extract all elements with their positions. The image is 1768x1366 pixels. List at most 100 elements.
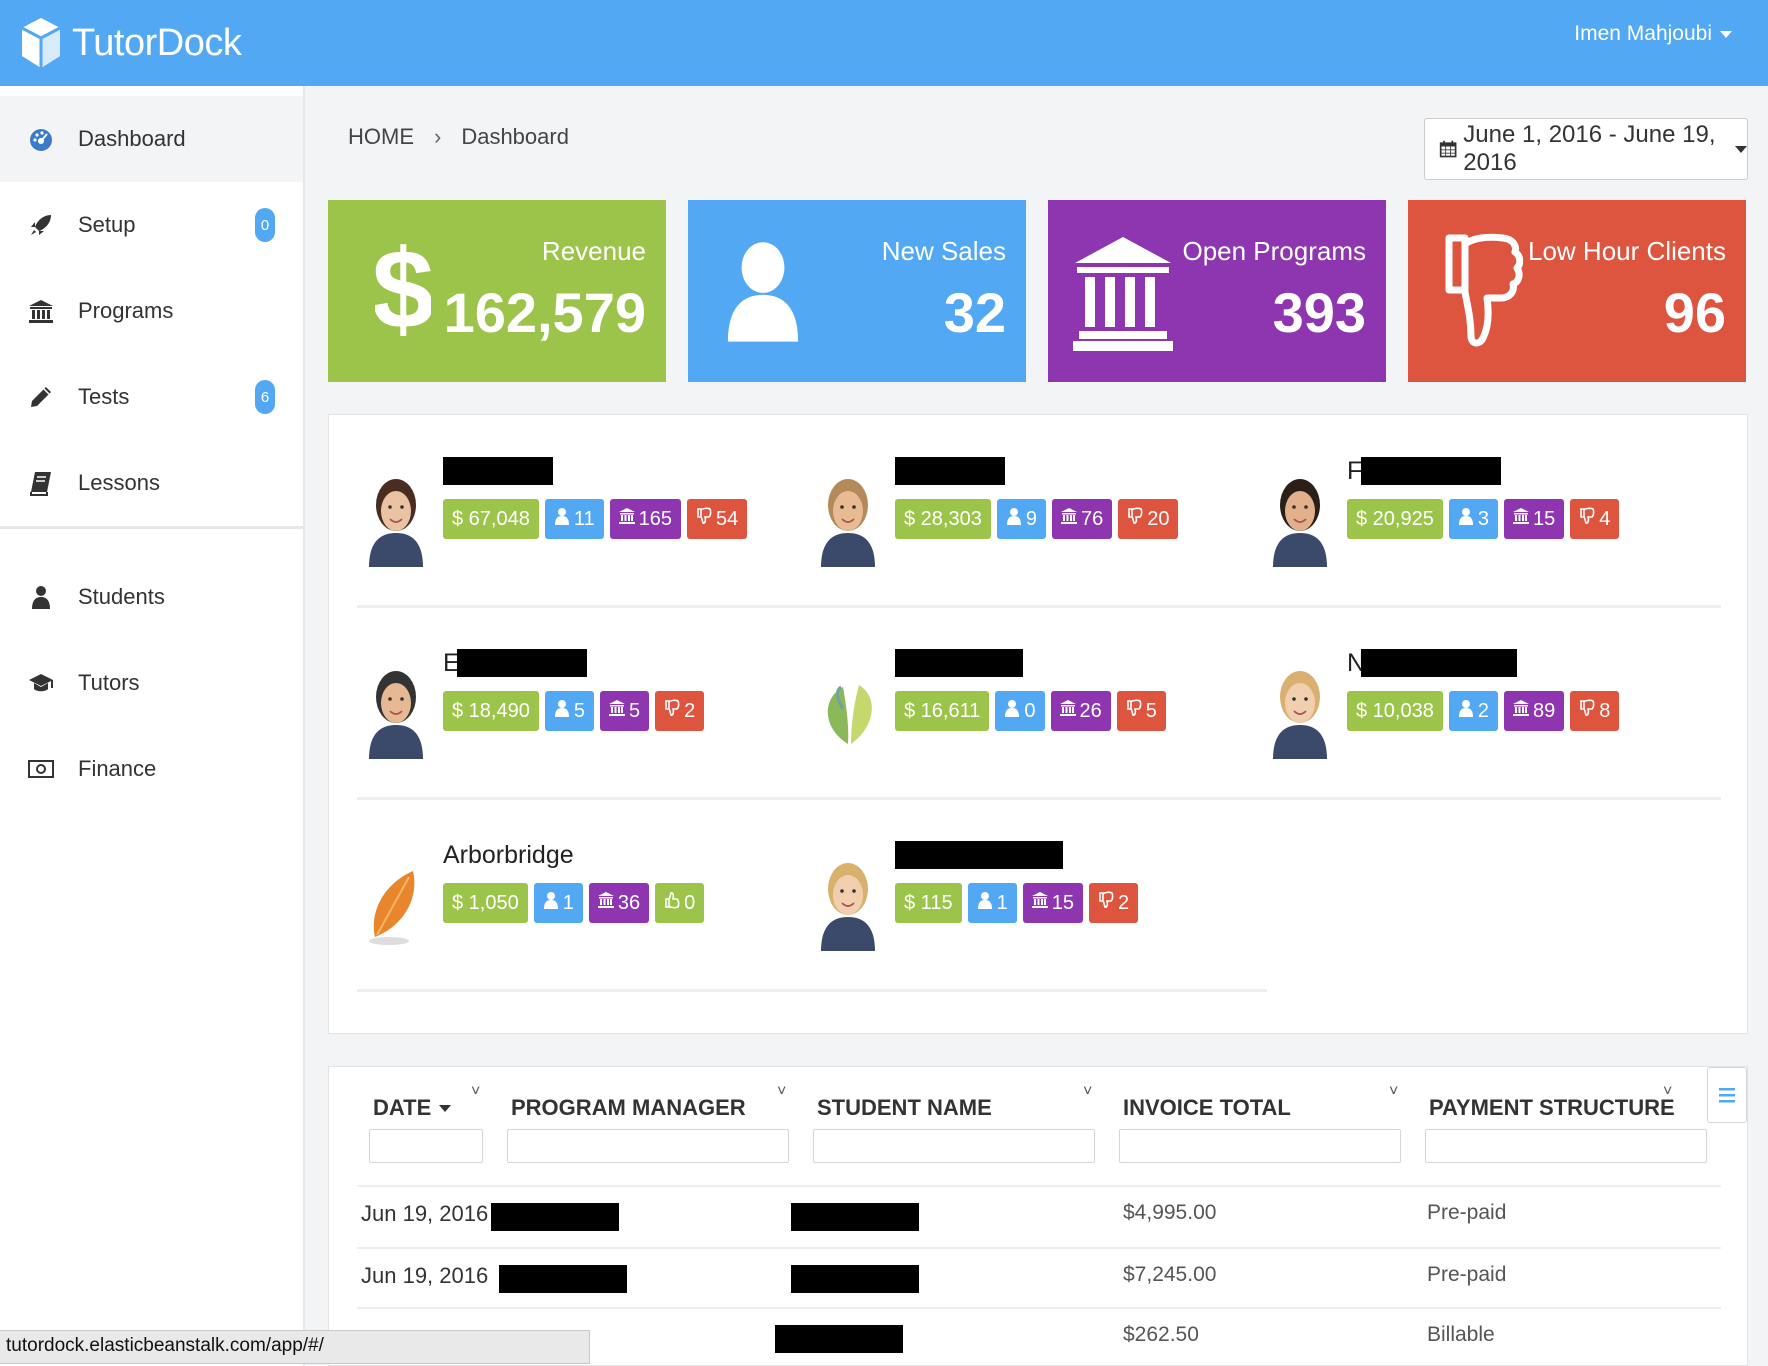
table-row[interactable]: Jun 19, 2016 $4,995.00 Pre-paid [357, 1185, 1721, 1245]
students-badge: 0 [995, 691, 1045, 731]
thumbs-down-icon [696, 507, 712, 531]
program-manager-card[interactable]: E $ 18,490 5 5 2 [361, 649, 781, 779]
table-row[interactable]: Jun 19, 2016 $7,245.00 Pre-paid [357, 1247, 1721, 1307]
sidebar-item-label: Dashboard [78, 126, 186, 151]
stat-value: 96 [1663, 281, 1726, 344]
sidebar-item-dashboard[interactable]: Dashboard [0, 96, 303, 182]
date-range-label: June 1, 2016 - June 19, 2016 [1463, 121, 1716, 176]
sidebar-item-students[interactable]: Students [0, 554, 303, 640]
students-badge: 2 [1448, 691, 1498, 731]
date-cell: Jun 19, 2016 [361, 1201, 489, 1226]
invoice-total-filter-input[interactable] [1119, 1129, 1401, 1163]
sidebar-item-lessons[interactable]: Lessons [0, 440, 303, 526]
user-icon [1458, 699, 1474, 723]
sort-caret-icon [439, 1104, 452, 1112]
thumbs-up-icon [664, 891, 680, 915]
program-manager-card[interactable]: F $ 20,925 3 15 4 [1265, 457, 1685, 587]
sidebar-item-programs[interactable]: Programs [0, 268, 303, 354]
column-header-invoice-total[interactable]: INVOICE TOTAL [1123, 1093, 1291, 1123]
redacted-student-name [791, 1203, 919, 1231]
breadcrumb-home[interactable]: HOME [348, 124, 414, 150]
program-manager-card[interactable]: $ 28,303 9 76 20 [813, 457, 1233, 587]
programs-badge: 5 [599, 691, 650, 731]
program-manager-name: F [1347, 457, 1363, 485]
brand[interactable]: TutorDock [20, 8, 242, 78]
program-manager-card[interactable]: $ 115 1 15 2 [813, 841, 1233, 971]
sidebar-item-tests[interactable]: Tests 6 [0, 354, 303, 440]
book-icon [28, 470, 54, 496]
date-range-picker[interactable]: June 1, 2016 - June 19, 2016 [1424, 118, 1748, 180]
program-manager-card[interactable]: Arborbridge $ 1,050 1 36 0 [361, 841, 781, 971]
revenue-badge: $ 16,611 [895, 691, 990, 731]
stats-badges: $ 1,050 1 36 0 [443, 883, 705, 923]
menu-icon [1719, 1088, 1735, 1103]
avatar [813, 841, 883, 951]
column-header-payment-structure[interactable]: PAYMENT STRUCTURE [1429, 1093, 1675, 1123]
program-manager-card[interactable]: $ 67,048 11 165 54 [361, 457, 781, 587]
program-manager-card[interactable]: $ 16,611 0 26 5 [813, 649, 1233, 779]
svg-text:$: $ [375, 226, 431, 351]
stat-card-revenue[interactable]: $ Revenue 162,579 [328, 200, 666, 382]
user-icon [1006, 507, 1022, 531]
chevron-down-icon[interactable]: ˅ [1663, 1083, 1672, 1101]
revenue-badge: $ 10,038 [1347, 691, 1443, 731]
low-hour-badge: 0 [655, 883, 705, 923]
date-filter-input[interactable] [369, 1129, 483, 1163]
programs-badge: 36 [588, 883, 650, 923]
redacted-name [443, 457, 553, 485]
bank-icon [608, 699, 625, 723]
avatar [813, 457, 883, 567]
sidebar-item-finance[interactable]: Finance [0, 726, 303, 812]
stat-value: 162,579 [443, 281, 646, 344]
redacted-student-name [775, 1325, 903, 1353]
calendar-icon [1439, 140, 1457, 158]
bank-icon [1068, 220, 1178, 360]
avatar [813, 649, 883, 759]
thumbs-down-icon [1579, 507, 1595, 531]
invoice-total-cell: $7,245.00 [1123, 1263, 1217, 1286]
stat-card-open-programs[interactable]: Open Programs 393 [1048, 200, 1386, 382]
sidebar: Dashboard Setup 0 Programs Tests 6 Lesso… [0, 86, 305, 1366]
revenue-badge: $ 20,925 [1347, 499, 1443, 539]
low-hour-badge: 2 [655, 691, 705, 731]
stat-label: Low Hour Clients [1528, 236, 1726, 266]
chevron-down-icon[interactable]: ˅ [1389, 1083, 1398, 1101]
programs-badge: 165 [609, 499, 681, 539]
column-header-program-manager[interactable]: PROGRAM MANAGER [511, 1093, 746, 1123]
user-name: Imen Mahjoubi [1574, 22, 1712, 45]
sidebar-item-setup[interactable]: Setup 0 [0, 182, 303, 268]
user-menu[interactable]: Imen Mahjoubi [1574, 22, 1732, 46]
column-header-date[interactable]: DATE [373, 1093, 452, 1123]
student-name-filter-input[interactable] [813, 1129, 1095, 1163]
thumbs-down-icon [1579, 699, 1595, 723]
stat-card-low-hour-clients[interactable]: Low Hour Clients 96 [1408, 200, 1746, 382]
program-manager-card[interactable]: N $ 10,038 2 89 8 [1265, 649, 1685, 779]
programs-badge: 15 [1503, 499, 1565, 539]
row-divider [357, 989, 1267, 992]
chevron-down-icon[interactable]: ˅ [777, 1083, 786, 1101]
column-menu-button[interactable] [1707, 1067, 1747, 1123]
sidebar-item-label: Students [78, 584, 165, 609]
sidebar-item-label: Setup [78, 212, 136, 237]
stat-label: New Sales [881, 236, 1006, 266]
stats-badges: $ 115 1 15 2 [895, 883, 1139, 923]
date-cell: Jun 19, 2016 [361, 1263, 489, 1288]
program-manager-filter-input[interactable] [507, 1129, 789, 1163]
redacted-name [457, 649, 587, 677]
chevron-down-icon[interactable]: ˅ [1083, 1083, 1092, 1101]
revenue-badge: $ 1,050 [443, 883, 528, 923]
redacted-name [895, 841, 1063, 869]
payment-structure-filter-input[interactable] [1425, 1129, 1707, 1163]
avatar [361, 841, 431, 951]
sidebar-item-tutors[interactable]: Tutors [0, 640, 303, 726]
payment-structure-cell: Pre-paid [1427, 1263, 1507, 1286]
tests-count-badge: 6 [255, 380, 275, 414]
column-header-student-name[interactable]: STUDENT NAME [817, 1093, 992, 1123]
avatar [361, 457, 431, 567]
stat-value: 32 [943, 281, 1006, 344]
chevron-down-icon[interactable]: ˅ [471, 1083, 480, 1101]
revenue-badge: $ 28,303 [895, 499, 991, 539]
redacted-name [1361, 457, 1501, 485]
students-badge: 9 [996, 499, 1046, 539]
stat-card-new-sales[interactable]: New Sales 32 [688, 200, 1026, 382]
